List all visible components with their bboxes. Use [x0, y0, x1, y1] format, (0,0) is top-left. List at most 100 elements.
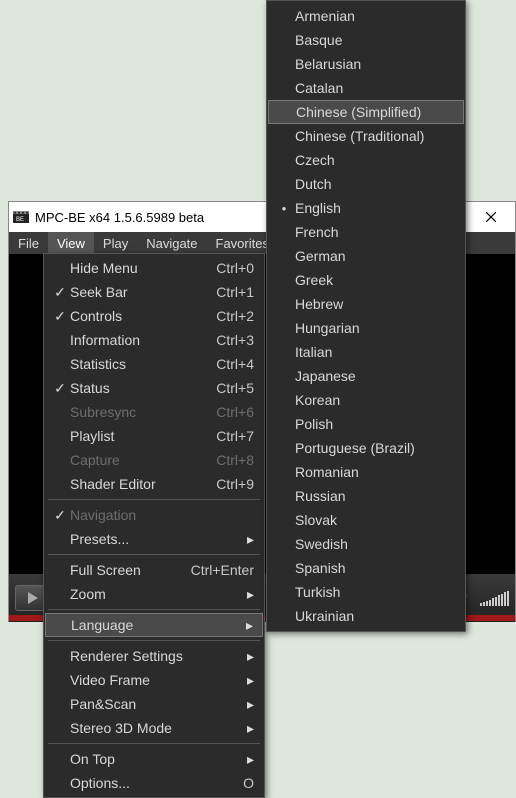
language-item-swedish[interactable]: Swedish: [267, 532, 465, 556]
menu-item-language[interactable]: Language▸: [45, 613, 263, 637]
language-label: Korean: [295, 392, 340, 408]
radio-icon: ●: [273, 204, 295, 213]
menu-item-label: Information: [70, 332, 194, 348]
menu-item-label: Controls: [70, 308, 194, 324]
menu-item-subresync: SubresyncCtrl+6: [44, 400, 264, 424]
menu-item-label: Language: [71, 617, 246, 633]
check-icon: ✓: [50, 380, 70, 397]
menu-item-label: Hide Menu: [70, 260, 194, 276]
menu-item-label: Seek Bar: [70, 284, 194, 300]
menu-item-presets[interactable]: Presets...▸: [44, 527, 264, 551]
language-item-czech[interactable]: Czech: [267, 148, 465, 172]
language-item-armenian[interactable]: Armenian: [267, 4, 465, 28]
menu-item-label: Capture: [70, 452, 194, 468]
menu-item-full-screen[interactable]: Full ScreenCtrl+Enter: [44, 558, 264, 582]
menu-item-capture: CaptureCtrl+8: [44, 448, 264, 472]
menu-item-shortcut: Ctrl+0: [194, 260, 254, 276]
menu-item-shader-editor[interactable]: Shader EditorCtrl+9: [44, 472, 264, 496]
language-label: Czech: [295, 152, 335, 168]
menu-item-shortcut: Ctrl+2: [194, 308, 254, 324]
menu-item-shortcut: Ctrl+4: [194, 356, 254, 372]
close-button[interactable]: [471, 203, 511, 231]
language-item-basque[interactable]: Basque: [267, 28, 465, 52]
menu-item-shortcut: Ctrl+8: [194, 452, 254, 468]
language-label: Armenian: [295, 8, 355, 24]
language-label: Catalan: [295, 80, 343, 96]
language-item-english[interactable]: ●English: [267, 196, 465, 220]
menu-item-shortcut: Ctrl+1: [194, 284, 254, 300]
menu-item-controls[interactable]: ✓ControlsCtrl+2: [44, 304, 264, 328]
menu-separator: [48, 554, 260, 555]
language-label: English: [295, 200, 341, 216]
menubar-item-file[interactable]: File: [9, 232, 48, 254]
menu-item-renderer-settings[interactable]: Renderer Settings▸: [44, 644, 264, 668]
svg-text:BE: BE: [16, 217, 24, 223]
language-label: Ukrainian: [295, 608, 354, 624]
language-item-italian[interactable]: Italian: [267, 340, 465, 364]
menu-item-label: Presets...: [70, 531, 247, 547]
language-item-catalan[interactable]: Catalan: [267, 76, 465, 100]
language-label: German: [295, 248, 346, 264]
menu-item-on-top[interactable]: On Top▸: [44, 747, 264, 771]
language-item-greek[interactable]: Greek: [267, 268, 465, 292]
menu-item-label: Video Frame: [70, 672, 247, 688]
language-item-chinese-traditional[interactable]: Chinese (Traditional): [267, 124, 465, 148]
menu-item-statistics[interactable]: StatisticsCtrl+4: [44, 352, 264, 376]
menu-item-shortcut: Ctrl+3: [194, 332, 254, 348]
check-icon: ✓: [50, 507, 70, 524]
menu-item-label: Full Screen: [70, 562, 191, 578]
menu-item-zoom[interactable]: Zoom▸: [44, 582, 264, 606]
language-item-hungarian[interactable]: Hungarian: [267, 316, 465, 340]
chevron-right-icon: ▸: [247, 648, 254, 665]
language-item-spanish[interactable]: Spanish: [267, 556, 465, 580]
menu-item-label: Playlist: [70, 428, 194, 444]
language-item-romanian[interactable]: Romanian: [267, 460, 465, 484]
language-label: Spanish: [295, 560, 346, 576]
language-item-french[interactable]: French: [267, 220, 465, 244]
menu-item-pan-scan[interactable]: Pan&Scan▸: [44, 692, 264, 716]
menu-item-information[interactable]: InformationCtrl+3: [44, 328, 264, 352]
menu-item-hide-menu[interactable]: Hide MenuCtrl+0: [44, 256, 264, 280]
menu-item-options[interactable]: Options...O: [44, 771, 264, 795]
language-item-german[interactable]: German: [267, 244, 465, 268]
language-item-japanese[interactable]: Japanese: [267, 364, 465, 388]
language-item-slovak[interactable]: Slovak: [267, 508, 465, 532]
language-label: Turkish: [295, 584, 340, 600]
menu-item-stereo-3d-mode[interactable]: Stereo 3D Mode▸: [44, 716, 264, 740]
volume-slider[interactable]: [480, 590, 509, 606]
language-item-russian[interactable]: Russian: [267, 484, 465, 508]
language-label: Polish: [295, 416, 333, 432]
language-item-ukrainian[interactable]: Ukrainian: [267, 604, 465, 628]
chevron-right-icon: ▸: [247, 531, 254, 548]
menubar-item-play[interactable]: Play: [94, 232, 137, 254]
language-item-hebrew[interactable]: Hebrew: [267, 292, 465, 316]
language-item-belarusian[interactable]: Belarusian: [267, 52, 465, 76]
language-label: Romanian: [295, 464, 359, 480]
language-item-portuguese-brazil[interactable]: Portuguese (Brazil): [267, 436, 465, 460]
chevron-right-icon: ▸: [247, 696, 254, 713]
language-item-polish[interactable]: Polish: [267, 412, 465, 436]
menu-item-status[interactable]: ✓StatusCtrl+5: [44, 376, 264, 400]
language-label: Japanese: [295, 368, 356, 384]
menu-item-label: Status: [70, 380, 194, 396]
menu-item-label: Renderer Settings: [70, 648, 247, 664]
language-item-dutch[interactable]: Dutch: [267, 172, 465, 196]
language-label: Greek: [295, 272, 333, 288]
language-item-korean[interactable]: Korean: [267, 388, 465, 412]
menu-item-shortcut: Ctrl+Enter: [191, 562, 254, 578]
check-icon: ✓: [50, 308, 70, 325]
menu-item-label: Options...: [70, 775, 194, 791]
menu-separator: [48, 743, 260, 744]
menu-item-label: Stereo 3D Mode: [70, 720, 247, 736]
menubar-item-view[interactable]: View: [48, 232, 94, 254]
chevron-right-icon: ▸: [247, 720, 254, 737]
menu-item-video-frame[interactable]: Video Frame▸: [44, 668, 264, 692]
app-icon: BE: [13, 209, 29, 225]
menu-item-seek-bar[interactable]: ✓Seek BarCtrl+1: [44, 280, 264, 304]
menu-item-playlist[interactable]: PlaylistCtrl+7: [44, 424, 264, 448]
menubar-item-navigate[interactable]: Navigate: [137, 232, 206, 254]
language-label: Dutch: [295, 176, 332, 192]
view-menu: Hide MenuCtrl+0✓Seek BarCtrl+1✓ControlsC…: [43, 253, 265, 798]
language-item-chinese-simplified[interactable]: Chinese (Simplified): [268, 100, 464, 124]
language-item-turkish[interactable]: Turkish: [267, 580, 465, 604]
